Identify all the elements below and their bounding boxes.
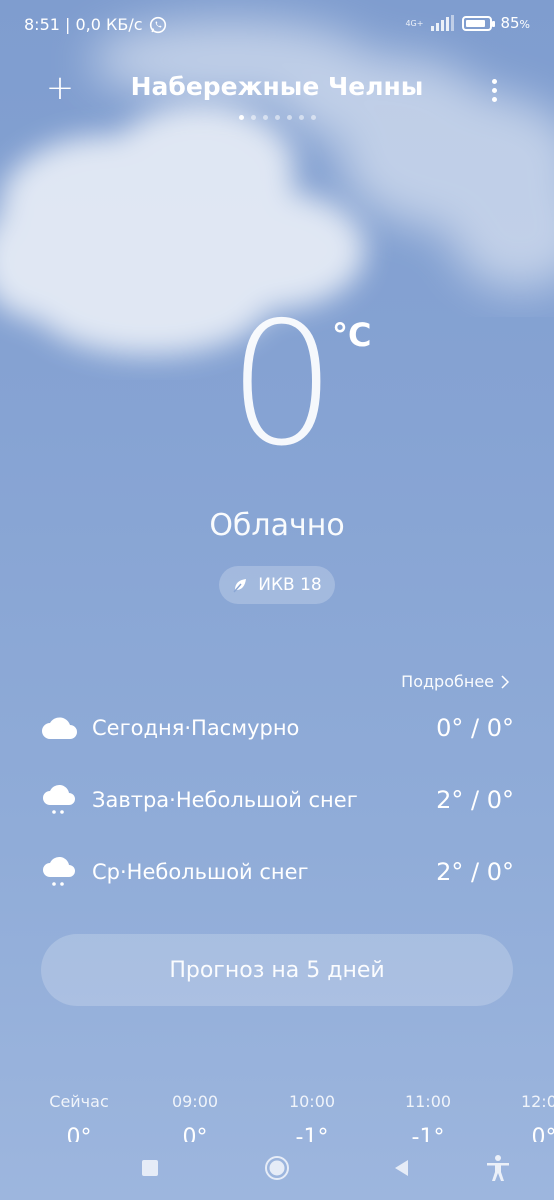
aqi-label: ИКВ 18 (258, 575, 322, 595)
daily-label: Завтра·Небольшой снег (92, 788, 358, 812)
recents-icon (142, 1160, 158, 1176)
battery-percent: 85% (500, 14, 530, 32)
hourly-time: Сейчас (49, 1092, 109, 1111)
accessibility-button[interactable] (478, 1148, 518, 1188)
page-dot (250, 115, 256, 120)
back-button[interactable] (382, 1148, 422, 1188)
cloud-icon (42, 717, 77, 739)
menu-dot (491, 96, 497, 102)
current-condition: Облачно (209, 508, 345, 543)
status-time: 8:51 | 0,0 КБ/с (24, 15, 143, 34)
snow-cloud-icon (43, 856, 75, 886)
temperature-unit: °C (332, 316, 372, 354)
header: + Набережные Челны (0, 60, 554, 120)
hourly-time: 12:00 (520, 1092, 554, 1111)
snow-cloud-icon (43, 784, 75, 814)
menu-dot (491, 78, 497, 84)
daily-row-tomorrow[interactable]: Завтра·Небольшой снег 2° / 0° (40, 780, 514, 820)
page-dot (286, 115, 292, 120)
status-bar: 8:51 | 0,0 КБ/с 4G+ 85% (0, 0, 554, 52)
system-nav-bar (0, 1130, 554, 1200)
chevron-right-icon (501, 674, 510, 689)
aqi-badge[interactable]: ИКВ 18 (219, 566, 335, 604)
page-dot (262, 115, 268, 120)
status-left: 8:51 | 0,0 КБ/с (24, 15, 167, 34)
page-indicator (0, 115, 554, 120)
daily-row-wednesday[interactable]: Ср·Небольшой снег 2° / 0° (40, 852, 514, 892)
daily-row-today[interactable]: Сегодня·Пасмурно 0° / 0° (40, 708, 514, 748)
leaf-icon (233, 579, 247, 593)
menu-dot (491, 87, 497, 93)
daily-range: 2° / 0° (436, 786, 514, 814)
home-button[interactable] (257, 1148, 297, 1188)
daily-range: 2° / 0° (436, 858, 514, 886)
more-details-link[interactable]: Подробнее (401, 672, 510, 691)
more-label: Подробнее (401, 672, 494, 691)
page-dot (238, 115, 244, 120)
hourly-time: 09:00 (171, 1092, 219, 1111)
page-dot (274, 115, 280, 120)
page-dot (310, 115, 316, 120)
battery-icon (462, 15, 496, 31)
signal-icon (431, 15, 455, 31)
home-icon (265, 1156, 289, 1180)
more-options-button[interactable] (474, 70, 514, 110)
accessibility-icon (487, 1155, 509, 1181)
back-icon (395, 1160, 408, 1176)
city-title[interactable]: Набережные Челны (0, 72, 554, 101)
current-temperature: 0 (228, 286, 337, 484)
whatsapp-icon (149, 16, 166, 33)
hourly-time: 10:00 (288, 1092, 336, 1111)
status-right: 4G+ 85% (405, 14, 530, 32)
daily-label: Ср·Небольшой снег (92, 860, 309, 884)
network-type: 4G+ (405, 18, 424, 28)
daily-range: 0° / 0° (436, 714, 514, 742)
daily-label: Сегодня·Пасмурно (92, 716, 300, 740)
recents-button[interactable] (130, 1148, 170, 1188)
five-day-forecast-button[interactable]: Прогноз на 5 дней (41, 934, 513, 1006)
hourly-time: 11:00 (404, 1092, 452, 1111)
page-dot (298, 115, 304, 120)
